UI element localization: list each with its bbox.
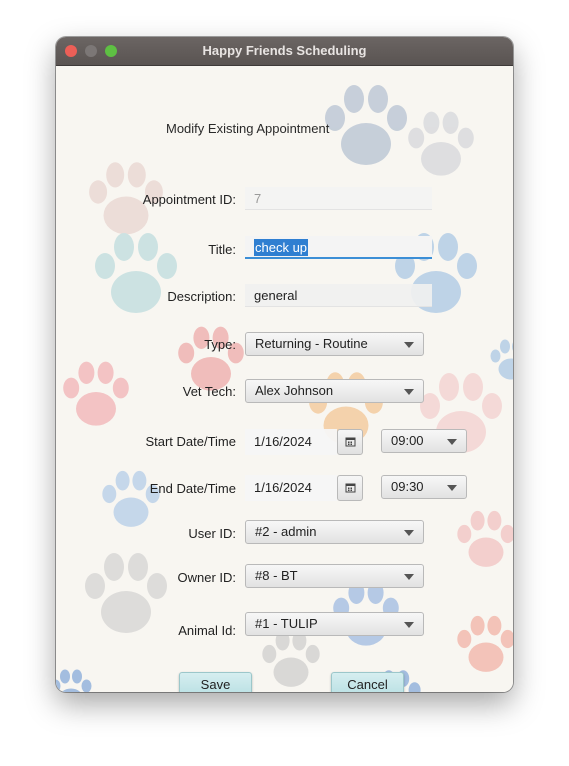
animal-id-value: #1 - TULIP (255, 616, 318, 631)
owner-id-label: Owner ID: (177, 570, 236, 585)
start-time-value: 09:00 (391, 433, 424, 448)
chevron-down-icon (447, 439, 457, 445)
animal-id-label: Animal Id: (178, 623, 236, 638)
type-dropdown[interactable]: Returning - Routine (245, 332, 424, 356)
owner-id-value: #8 - BT (255, 568, 298, 583)
title-bar[interactable]: Happy Friends Scheduling (56, 37, 513, 66)
end-date-field[interactable]: 1/16/2024 (245, 475, 337, 501)
appointment-id-field: 7 (245, 187, 432, 210)
chevron-down-icon (404, 342, 414, 348)
appointment-id-label: Appointment ID: (142, 192, 236, 207)
chevron-down-icon (404, 574, 414, 580)
animal-id-dropdown[interactable]: #1 - TULIP (245, 612, 424, 636)
type-dropdown-value: Returning - Routine (255, 336, 368, 351)
title-label: Title: (208, 242, 236, 257)
start-datetime-label: Start Date/Time (145, 434, 236, 449)
app-window: Happy Friends Scheduling Modify Existing… (56, 37, 513, 692)
end-time-value: 09:30 (391, 479, 424, 494)
chevron-down-icon (404, 622, 414, 628)
description-field[interactable]: general (245, 284, 432, 307)
vet-tech-dropdown[interactable]: Alex Johnson (245, 379, 424, 403)
chevron-down-icon (404, 389, 414, 395)
title-field-selected-text: check up (254, 239, 309, 256)
calendar-icon (345, 483, 356, 493)
start-date-field[interactable]: 1/16/2024 (245, 429, 337, 455)
start-date-picker-button[interactable] (337, 429, 363, 455)
end-time-dropdown[interactable]: 09:30 (381, 475, 467, 499)
save-button[interactable]: Save (179, 672, 252, 692)
form-panel: Modify Existing Appointment Appointment … (56, 66, 513, 692)
vet-tech-dropdown-value: Alex Johnson (255, 383, 334, 398)
window-title: Happy Friends Scheduling (202, 43, 367, 58)
end-datetime-label: End Date/Time (149, 481, 236, 496)
title-field[interactable]: check up (245, 236, 432, 259)
chevron-down-icon (447, 485, 457, 491)
end-date-picker-button[interactable] (337, 475, 363, 501)
user-id-value: #2 - admin (255, 524, 317, 539)
cancel-button[interactable]: Cancel (331, 672, 404, 692)
type-label: Type: (204, 337, 236, 352)
owner-id-dropdown[interactable]: #8 - BT (245, 564, 424, 588)
description-label: Description: (167, 289, 236, 304)
start-time-dropdown[interactable]: 09:00 (381, 429, 467, 453)
form-heading: Modify Existing Appointment (166, 121, 330, 136)
user-id-dropdown[interactable]: #2 - admin (245, 520, 424, 544)
vet-tech-label: Vet Tech: (182, 384, 236, 399)
chevron-down-icon (404, 530, 414, 536)
user-id-label: User ID: (188, 526, 236, 541)
calendar-icon (345, 437, 356, 447)
